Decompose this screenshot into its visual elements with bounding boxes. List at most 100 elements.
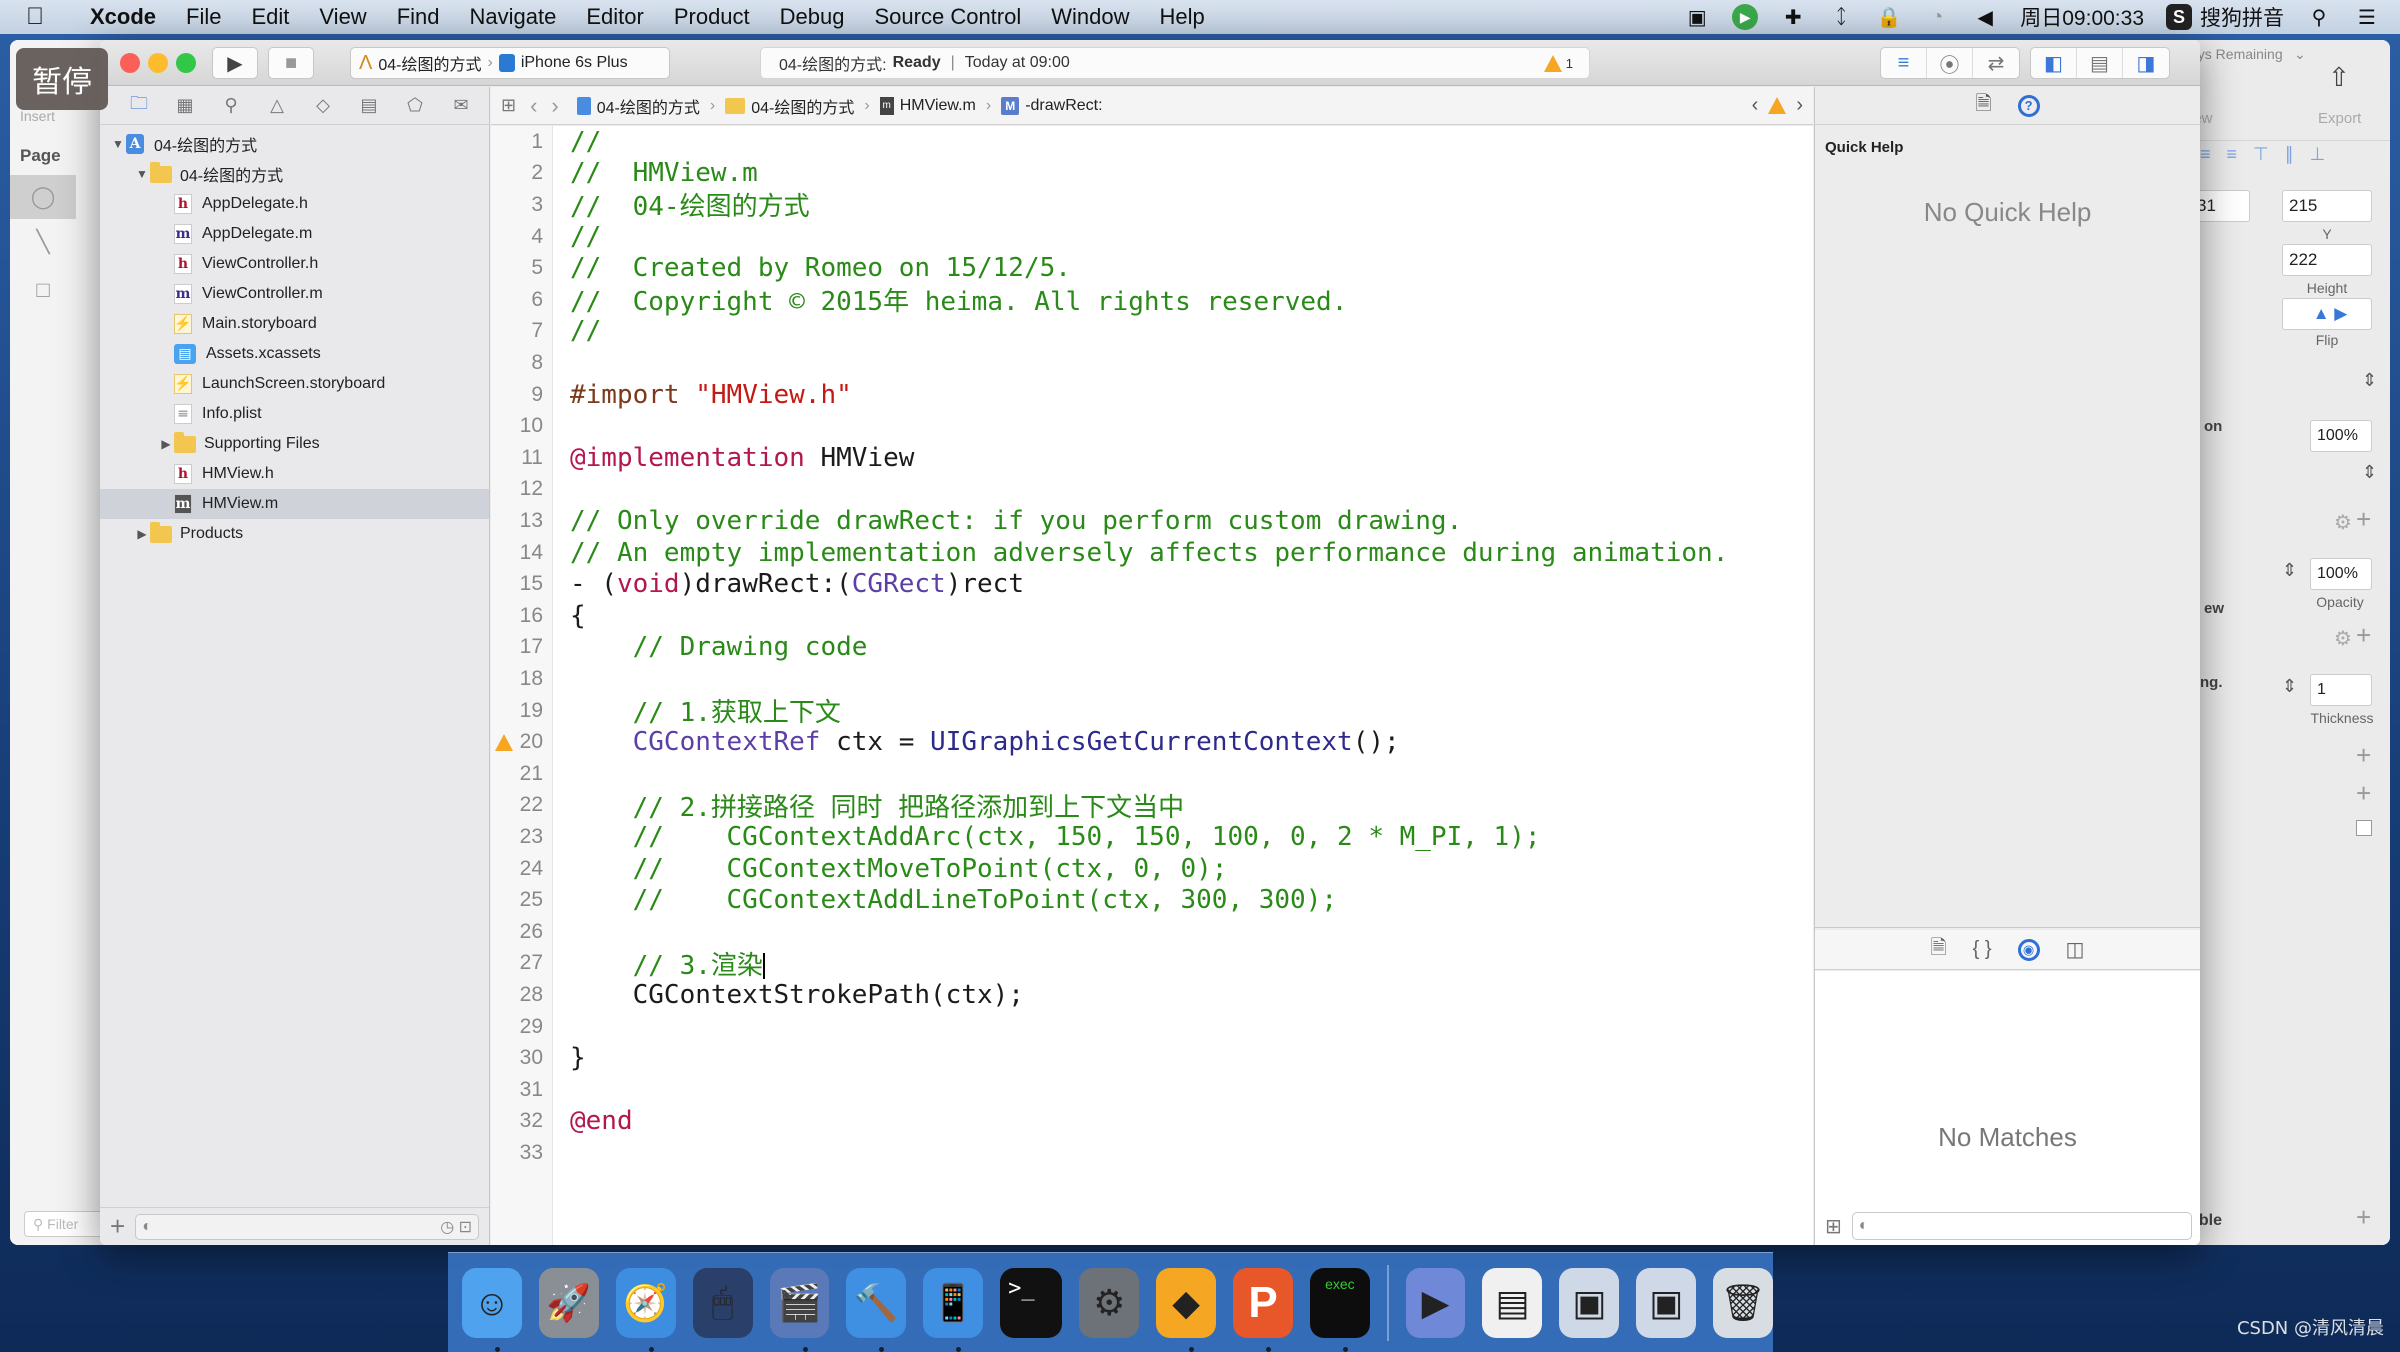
media-library-icon[interactable]: ◫ <box>2066 937 2085 962</box>
thickness-field[interactable]: 1 <box>2310 674 2372 706</box>
add-fill-icon[interactable]: + <box>2356 504 2371 535</box>
object-library-icon[interactable]: ◉ <box>2017 938 2040 961</box>
file-tree-item[interactable]: h ViewController.h <box>100 249 489 279</box>
green-player-icon[interactable]: ▶ <box>1732 4 1759 30</box>
recent-files-clock-icon[interactable]: ◷ ⊡ <box>440 1217 472 1237</box>
y-field[interactable]: 215 <box>2282 190 2372 222</box>
zoom-window-button[interactable] <box>176 53 196 73</box>
trial-chevron-icon[interactable]: ⌄ <box>2294 46 2306 63</box>
code-line[interactable]: 11 @implementation HMView <box>491 442 1813 474</box>
code-line[interactable]: 2 // HMView.m <box>491 158 1813 190</box>
sketch-filter-input[interactable]: ⚲ Filter <box>24 1211 104 1237</box>
menu-debug[interactable]: Debug <box>780 4 845 30</box>
screenshot-folder-2-icon[interactable]: ▣ <box>1636 1267 1697 1338</box>
menu-file[interactable]: File <box>186 4 221 30</box>
height-field[interactable]: 222 <box>2282 244 2372 276</box>
oval-shape-icon[interactable]: ◯ <box>10 175 76 219</box>
code-line[interactable]: 31 <box>491 1074 1813 1106</box>
quick-help-icon[interactable]: ? <box>2017 94 2040 117</box>
stepper-icon[interactable]: ⇕ <box>2362 462 2377 483</box>
align-tools-icon[interactable]: ≡≡⊤∥⊥ <box>2200 144 2341 165</box>
previous-issue-icon[interactable]: ‹ <box>1752 94 1759 117</box>
code-line[interactable]: 3 // 04-绘图的方式 <box>491 189 1813 222</box>
version-editor-icon[interactable]: ⇄ <box>1973 48 2019 78</box>
add-inner-shadow-icon[interactable]: + <box>2356 778 2371 809</box>
file-tree-item[interactable]: h HMView.h <box>100 459 489 489</box>
disclosure-collapsed-icon[interactable]: ▶ <box>134 527 150 541</box>
wifi-icon[interactable]: ◔ <box>1924 4 1950 30</box>
code-line[interactable]: 22 // 2.拼接路径 同时 把路径添加到上下文当中 <box>491 790 1813 823</box>
project-navigator-folder-icon[interactable]: 🗀 <box>126 93 152 119</box>
pause-overlay-button[interactable]: 暂停 <box>16 48 108 110</box>
file-tree-item[interactable]: ▼ 04-绘图的方式 <box>100 159 489 189</box>
run-button[interactable]: ▶ <box>212 47 258 79</box>
debug-navigator-icon[interactable]: ▤ <box>356 93 382 119</box>
menu-app-name[interactable]: Xcode <box>90 4 156 30</box>
code-line[interactable]: 12 <box>491 474 1813 506</box>
code-line[interactable]: 13 // Only override drawRect: if you perf… <box>491 505 1813 537</box>
code-line[interactable]: 26 <box>491 916 1813 948</box>
toggle-debug-area-icon[interactable]: ▤ <box>2077 48 2123 78</box>
file-tree-item[interactable]: ≡ Info.plist <box>100 399 489 429</box>
media-player-icon[interactable]: ▶ <box>1405 1267 1466 1338</box>
opacity-field[interactable]: 100% <box>2310 558 2372 590</box>
code-line[interactable]: 27 // 3.渲染 <box>491 948 1813 981</box>
menu-editor[interactable]: Editor <box>586 4 643 30</box>
disclosure-expanded-icon[interactable]: ▼ <box>134 167 150 181</box>
code-line[interactable]: 19 // 1.获取上下文 <box>491 695 1813 728</box>
input-method-label[interactable]: 搜狗拼音 <box>2200 2 2284 32</box>
add-icon[interactable]: + <box>2356 1202 2371 1233</box>
filter-scope-icon[interactable]: ◐ <box>1859 1217 1869 1235</box>
opacity-top-field[interactable]: 100% <box>2310 420 2372 452</box>
file-tree-item[interactable]: m AppDelegate.m <box>100 219 489 249</box>
file-tree-item[interactable]: ▤ Assets.xcassets <box>100 339 489 369</box>
warnings-indicator[interactable]: 1 <box>1543 54 1573 72</box>
stepper-icon[interactable]: ⇕ <box>2282 560 2297 581</box>
code-line[interactable]: 16 { <box>491 600 1813 632</box>
report-navigator-icon[interactable]: ✉ <box>448 93 474 119</box>
symbol-navigator-icon[interactable]: ▦ <box>172 93 198 119</box>
menu-edit[interactable]: Edit <box>251 4 289 30</box>
screenshot-folder-icon[interactable]: ▣ <box>1559 1267 1620 1338</box>
code-line[interactable]: 18 <box>491 663 1813 695</box>
test-navigator-diamond-icon[interactable]: ◇ <box>310 93 336 119</box>
file-tree-item[interactable]: ▶ Products <box>100 519 489 549</box>
breadcrumb-project[interactable]: 04-绘图的方式 <box>576 94 700 118</box>
menu-find[interactable]: Find <box>397 4 440 30</box>
file-tree-item[interactable]: ⚡ LaunchScreen.storyboard <box>100 369 489 399</box>
file-tree-item[interactable]: ⚡ Main.storyboard <box>100 309 489 339</box>
menu-view[interactable]: View <box>319 4 366 30</box>
code-line[interactable]: 29 <box>491 1011 1813 1043</box>
code-line[interactable]: 33 <box>491 1137 1813 1169</box>
code-line[interactable]: 4 // <box>491 221 1813 253</box>
code-line[interactable]: 15 - (void)drawRect:(CGRect)rect <box>491 568 1813 600</box>
toggle-navigator-icon[interactable]: ◧ <box>2031 48 2077 78</box>
file-tree-item[interactable]: ▼ A 04-绘图的方式 <box>100 129 489 159</box>
bluetooth-icon[interactable]: ᛨ <box>1828 4 1854 30</box>
stop-button[interactable]: ■ <box>268 47 314 79</box>
back-arrow-icon[interactable]: ‹ <box>530 93 537 119</box>
add-shadow-icon[interactable]: + <box>2356 740 2371 771</box>
forward-arrow-icon[interactable]: › <box>551 93 558 119</box>
file-tree-item[interactable]: h AppDelegate.h <box>100 189 489 219</box>
code-line[interactable]: 25 // CGContextAddLineToPoint(ctx, 300, … <box>491 884 1813 916</box>
gear-icon[interactable]: ⚙ <box>2334 626 2352 651</box>
code-snippet-library-icon[interactable]: { } <box>1973 938 1992 961</box>
line-shape-icon[interactable]: ╲ <box>10 220 76 264</box>
code-line[interactable]: 6 // Copyright © 2015年 heima. All rights … <box>491 284 1813 317</box>
minimize-window-button[interactable] <box>148 53 168 73</box>
close-window-button[interactable] <box>120 53 140 73</box>
navigator-filter-input[interactable]: ◐ ◷ ⊡ <box>135 1213 479 1240</box>
breadcrumb-file[interactable]: m HMView.m <box>879 96 976 115</box>
code-line[interactable]: 30} <box>491 1042 1813 1074</box>
toggle-utilities-icon[interactable]: ◨ <box>2123 48 2169 78</box>
sogou-input-icon[interactable]: S <box>2166 4 2192 30</box>
code-line[interactable]: 32 @end <box>491 1106 1813 1138</box>
finder-icon[interactable]: ☺ <box>462 1267 522 1352</box>
terminal-icon[interactable]: >_ <box>1000 1267 1063 1338</box>
breakpoint-navigator-icon[interactable]: ⬠ <box>402 93 428 119</box>
xcode-icon[interactable]: 🔨 <box>846 1267 907 1352</box>
scheme-selector[interactable]: Λ 04-绘图的方式 › iPhone 6s Plus <box>350 47 670 79</box>
find-navigator-search-icon[interactable]: ⚲ <box>218 93 244 119</box>
spotlight-search-icon[interactable]: ⚲ <box>2306 4 2332 30</box>
